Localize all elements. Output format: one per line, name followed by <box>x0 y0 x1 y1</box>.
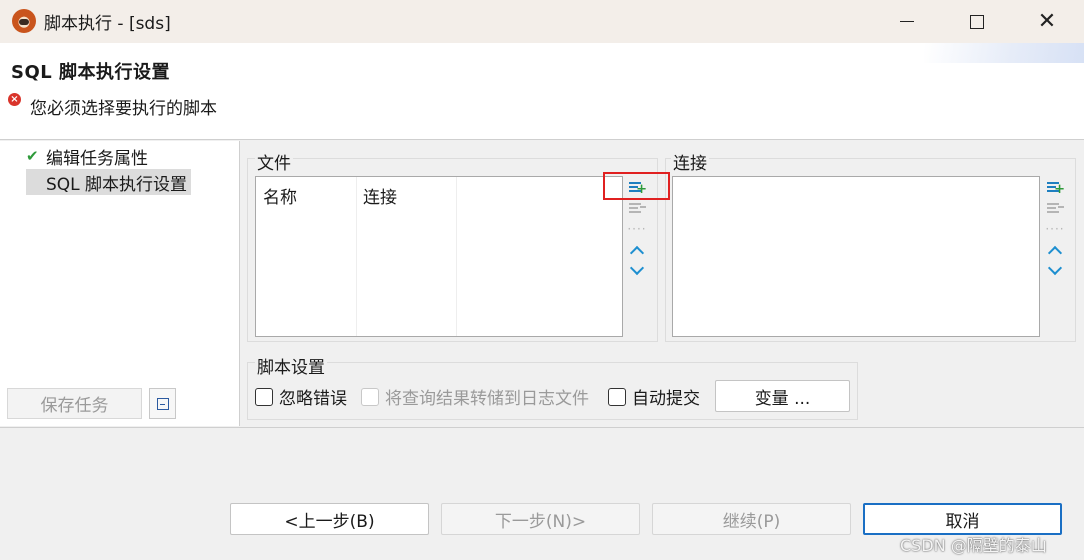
error-icon: × <box>8 93 21 106</box>
step-sql-script-settings[interactable]: SQL 脚本执行设置 <box>26 169 192 195</box>
task-icon <box>156 397 169 410</box>
wizard-steps-panel: ✔ 编辑任务属性 SQL 脚本执行设置 保存任务 <box>0 141 240 426</box>
maximize-button[interactable] <box>942 0 1012 43</box>
back-button[interactable]: <上一步(B) <box>230 503 429 535</box>
checkbox-box[interactable] <box>255 387 273 406</box>
column-header-connection[interactable]: 连接 <box>363 183 397 208</box>
highlight-annotation <box>603 172 670 200</box>
add-connection-button[interactable]: + <box>1044 177 1066 197</box>
main-content: 文件 连接 名称 连接 + ···· + ···· 脚本设置 忽略错误 将查询结… <box>241 141 1084 426</box>
wizard-header: SQL 脚本执行设置 × 您必须选择要执行的脚本 <box>0 43 1084 140</box>
app-icon <box>12 9 36 33</box>
files-label: 文件 <box>255 149 293 174</box>
column-header-name[interactable]: 名称 <box>263 183 297 208</box>
dots-icon: ···· <box>627 222 647 236</box>
dots-icon: ···· <box>1045 222 1065 236</box>
connections-toolbar: + ···· <box>1044 177 1068 282</box>
variables-button[interactable]: 变量 ... <box>715 380 850 412</box>
wizard-footer: <上一步(B) 下一步(N)> 继续(P) 取消 CSDN @隔壁的泰山 <box>0 427 1084 560</box>
page-title: SQL 脚本执行设置 <box>11 62 171 83</box>
checkbox-box[interactable] <box>608 387 626 406</box>
move-down-button[interactable] <box>626 260 648 281</box>
minimize-icon <box>900 20 914 23</box>
ignore-errors-checkbox[interactable]: 忽略错误 <box>255 384 347 409</box>
move-up-button[interactable] <box>1044 240 1066 261</box>
task-options-button[interactable] <box>149 388 176 419</box>
remove-script-button[interactable] <box>626 198 648 218</box>
script-settings-label: 脚本设置 <box>255 353 327 378</box>
more-options-button[interactable]: ···· <box>626 219 648 239</box>
remove-connection-button[interactable] <box>1044 198 1066 218</box>
close-button[interactable]: ✕ <box>1012 0 1082 43</box>
checkbox-label: 将查询结果转储到日志文件 <box>385 389 589 409</box>
continue-button[interactable]: 继续(P) <box>652 503 851 535</box>
connections-list[interactable] <box>672 176 1040 337</box>
checkbox-label: 忽略错误 <box>279 389 347 409</box>
move-down-button[interactable] <box>1044 260 1066 281</box>
check-icon: ✔ <box>26 147 39 165</box>
watermark: CSDN @隔壁的泰山 <box>900 536 1047 555</box>
chevron-down-icon <box>629 260 645 276</box>
chevron-up-icon <box>1047 245 1063 261</box>
dump-results-to-log-checkbox[interactable]: 将查询结果转储到日志文件 <box>361 384 589 409</box>
close-icon: ✕ <box>1037 9 1057 34</box>
save-task-button[interactable]: 保存任务 <box>7 388 142 419</box>
chevron-down-icon <box>1047 260 1063 276</box>
remove-list-icon <box>1047 202 1064 214</box>
move-up-button[interactable] <box>626 240 648 261</box>
add-list-icon: + <box>1047 181 1065 196</box>
next-button[interactable]: 下一步(N)> <box>441 503 640 535</box>
cancel-button[interactable]: 取消 <box>863 503 1062 535</box>
step-label: 编辑任务属性 <box>46 148 148 169</box>
step-edit-task-properties[interactable]: ✔ 编辑任务属性 <box>26 143 148 169</box>
maximize-icon <box>970 14 984 29</box>
files-table[interactable]: 名称 连接 <box>255 176 623 337</box>
checkbox-label: 自动提交 <box>632 389 700 409</box>
title-bar: 脚本执行 - [sds] ✕ <box>0 0 1084 43</box>
header-decoration <box>924 43 1084 63</box>
minimize-button[interactable] <box>872 0 942 43</box>
window-title: 脚本执行 - [sds] <box>44 14 171 34</box>
auto-commit-checkbox[interactable]: 自动提交 <box>608 384 700 409</box>
step-label: SQL 脚本执行设置 <box>46 174 188 195</box>
more-options-button[interactable]: ···· <box>1044 219 1066 239</box>
checkbox-box[interactable] <box>361 387 379 406</box>
error-message: 您必须选择要执行的脚本 <box>30 99 217 119</box>
remove-list-icon <box>629 202 646 214</box>
chevron-up-icon <box>629 245 645 261</box>
connections-label: 连接 <box>671 149 709 174</box>
